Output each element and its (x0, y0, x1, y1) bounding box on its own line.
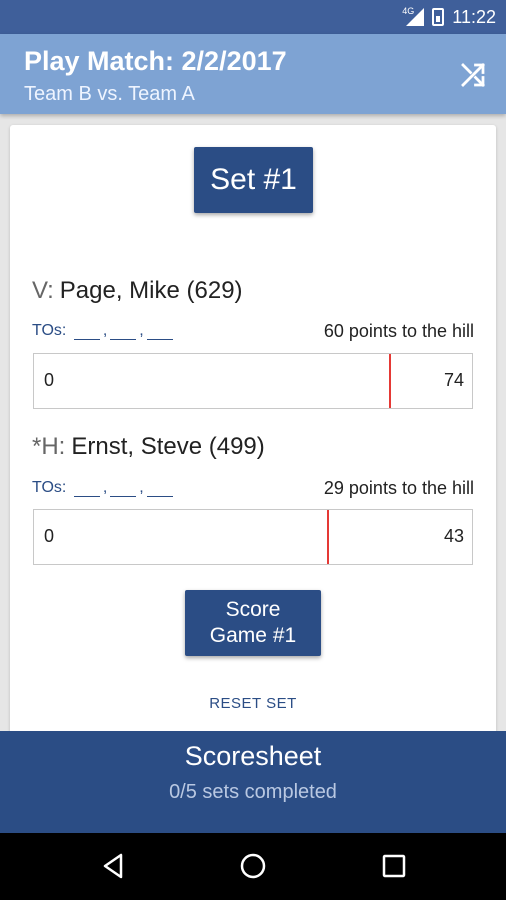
app-bar: Play Match: 2/2/2017 Team B vs. Team A (0, 34, 506, 114)
set-button[interactable]: Set #1 (194, 147, 313, 213)
score-target: 74 (443, 370, 464, 390)
timeout-slot[interactable] (146, 325, 173, 340)
score-button-line2: Game #1 (209, 624, 297, 647)
timeout-slot[interactable] (146, 482, 173, 497)
match-card: Set #1 V: Page, Mike (629) TOs: ,, 60 poi… (10, 125, 496, 745)
timeouts-h[interactable]: TOs: ,, (32, 479, 176, 497)
player-name: Page, Mike (629) (59, 277, 243, 304)
tos-label: TOs: (32, 479, 67, 496)
hill-marker (388, 354, 391, 408)
player-name: Ernst, Steve (499) (71, 433, 265, 460)
score-start: 0 (44, 526, 55, 546)
timeout-slot[interactable] (73, 325, 100, 340)
scoresheet-title: Scoresheet (184, 741, 322, 771)
tos-label: TOs: (32, 322, 67, 339)
score-bar-v[interactable]: 0 74 (33, 353, 473, 409)
hill-text-v: 60 points to the hill (323, 321, 474, 341)
scoresheet-progress: 0/5 sets completed (169, 781, 337, 803)
score-bar-h[interactable]: 0 43 (33, 509, 473, 565)
status-bar: 4G 11:22 (0, 0, 506, 34)
timeouts-v[interactable]: TOs: ,, (32, 322, 176, 340)
timeout-slot[interactable] (73, 482, 100, 497)
reset-set-button[interactable]: RESET SET (10, 695, 496, 712)
player-v: V: Page, Mike (629) (32, 277, 243, 305)
scoresheet-panel[interactable]: Scoresheet 0/5 sets completed (0, 731, 506, 833)
player-prefix: *H: (32, 433, 66, 460)
shuffle-icon[interactable] (458, 60, 488, 90)
hill-marker (327, 510, 330, 564)
system-nav-bar (0, 833, 506, 900)
page-title: Play Match: 2/2/2017 (24, 46, 287, 76)
score-start: 0 (44, 370, 55, 390)
status-icons: 4G 11:22 (402, 6, 496, 28)
hill-text-h: 29 points to the hill (323, 478, 474, 498)
score-game-button[interactable]: Score Game #1 (185, 590, 321, 656)
back-icon[interactable] (99, 851, 129, 881)
signal-icon: 4G (402, 6, 425, 26)
recents-icon[interactable] (379, 851, 409, 881)
score-button-line1: Score (225, 598, 281, 621)
player-prefix: V: (32, 277, 54, 304)
home-icon[interactable] (238, 851, 268, 881)
status-time: 11:22 (452, 7, 496, 27)
network-type: 4G (402, 6, 415, 16)
score-target: 43 (443, 526, 464, 546)
timeout-slot[interactable] (110, 482, 137, 497)
battery-icon (432, 8, 445, 26)
timeout-slot[interactable] (110, 325, 137, 340)
player-h: *H: Ernst, Steve (499) (32, 433, 265, 461)
match-teams: Team B vs. Team A (24, 83, 195, 105)
